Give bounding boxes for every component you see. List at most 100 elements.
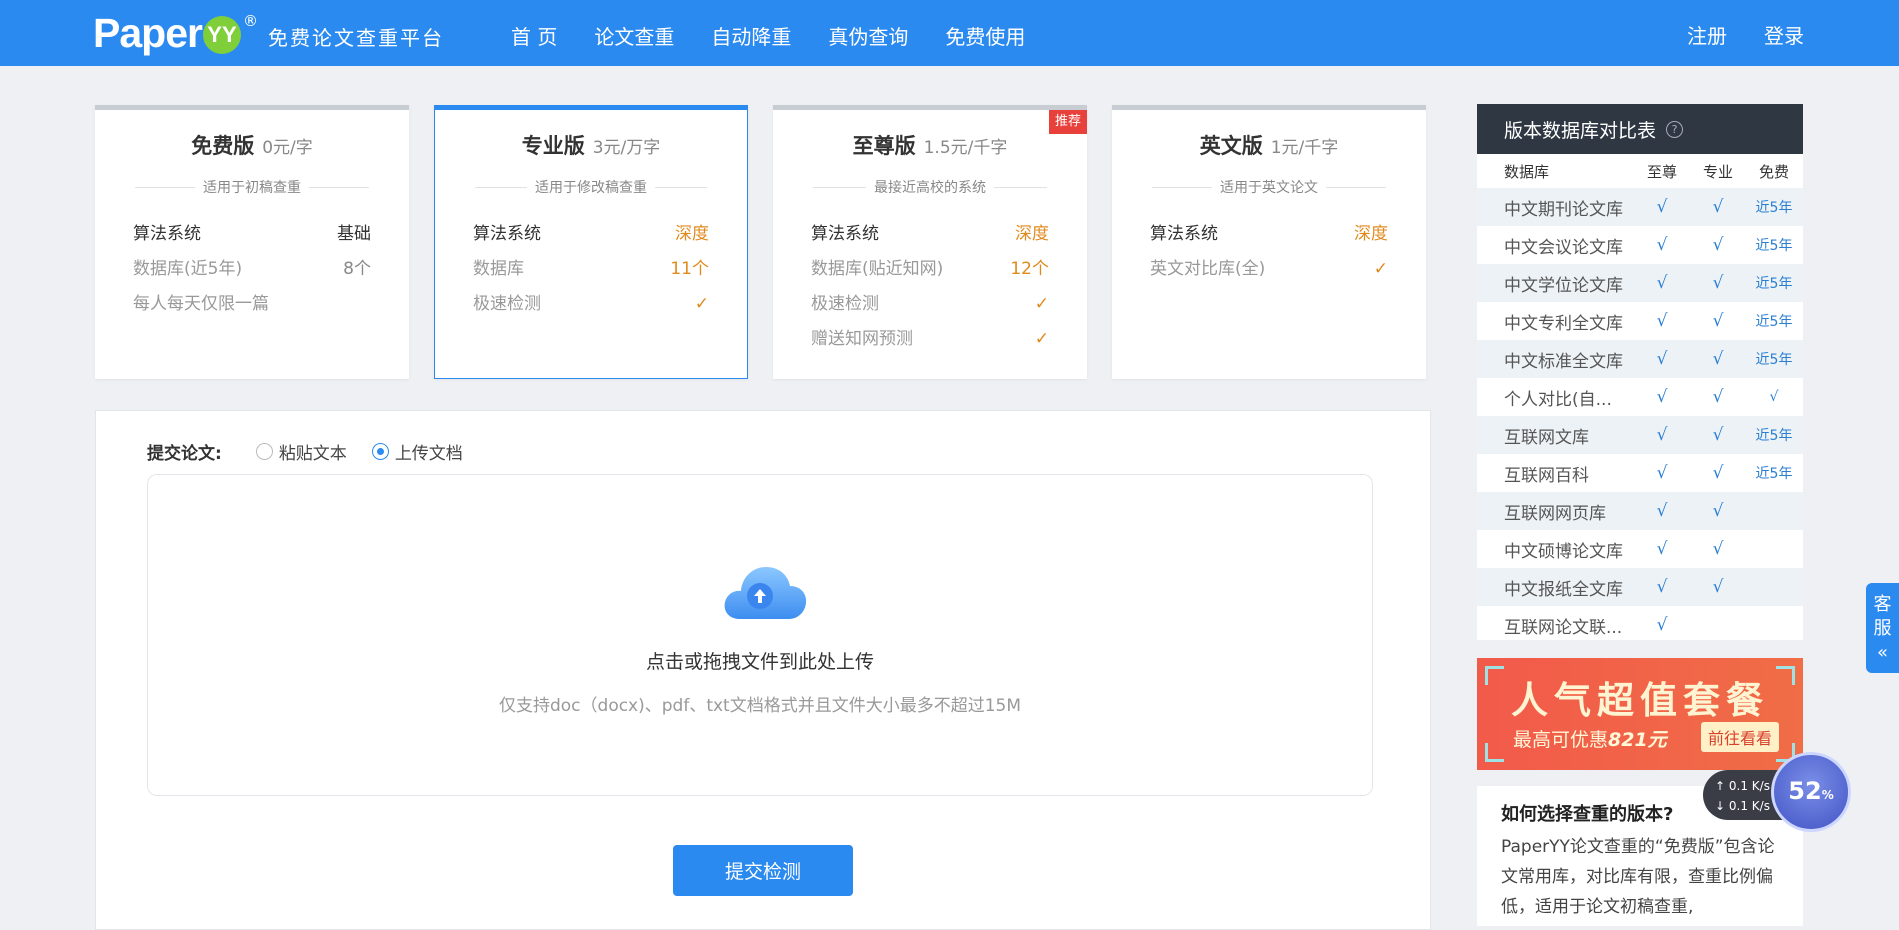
plan-price: 1.5元/千字: [923, 138, 1008, 158]
support-cell: 近5年: [1755, 314, 1793, 330]
cloud-upload-icon: [724, 567, 807, 619]
support-cell: √: [1712, 463, 1724, 483]
feature-value: 深度: [675, 224, 709, 244]
plan-header: 至尊版 1.5元/千字: [773, 130, 1087, 160]
plan-card-english[interactable]: 英文版 1元/千字 适用于英文论文 算法系统 深度 英文对比库(全) ✓: [1112, 105, 1426, 379]
support-cell: √: [1712, 235, 1724, 255]
database-comparison-table: 版本数据库对比表 ? 数据库 至尊 专业 免费 中文期刊论文库 √ √ 近5年中文会议…: [1477, 104, 1803, 640]
upload-speed: ↑ 0.1 K/s: [1715, 779, 1770, 793]
support-cell: √: [1656, 425, 1668, 445]
plan-name: 英文版: [1199, 134, 1263, 158]
support-cell: √: [1656, 349, 1668, 369]
register-link[interactable]: 注册: [1687, 20, 1727, 49]
column-header: 专业: [1702, 162, 1733, 181]
speed-unit: K/s: [1751, 799, 1770, 813]
service-label-2: 服: [1873, 618, 1892, 639]
feature-value: 12个: [1010, 259, 1049, 279]
table-row: 中文期刊论文库 √ √ 近5年: [1477, 188, 1803, 226]
feature-label: 数据库: [473, 259, 524, 279]
feature-label: 算法系统: [473, 224, 541, 244]
support-cell: √: [1656, 387, 1668, 407]
radio-circle[interactable]: [255, 443, 273, 460]
logo-yy-mark: YY: [202, 15, 241, 54]
nav-free-use[interactable]: 免费使用: [945, 21, 1025, 50]
database-name: 中文硕博论文库: [1504, 541, 1623, 562]
feature-label: 数据库(贴近知网): [811, 259, 944, 279]
support-cell: √: [1712, 311, 1724, 331]
table-body: 中文期刊论文库 √ √ 近5年 中文会议论文库 √ √ 近5年 中文学位论文库 √ √ 近5年 中文专利…: [1477, 188, 1803, 644]
table-header-row: 数据库 至尊 专业 免费: [1477, 154, 1803, 188]
support-cell: √: [1712, 501, 1724, 521]
customer-service-tab[interactable]: 客 服 «: [1866, 583, 1899, 673]
download-speed-value: 0.1: [1728, 799, 1748, 813]
plan-price: 1元/千字: [1270, 138, 1339, 158]
database-name: 中文标准全文库: [1504, 351, 1623, 372]
nav-plagiarism-check[interactable]: 论文查重: [594, 21, 674, 50]
recommended-badge: 推荐: [1048, 110, 1087, 134]
database-name: 中文专利全文库: [1504, 313, 1623, 334]
logo-slogan: 免费论文查重平台: [267, 25, 444, 50]
feature-row: 数据库(近5年) 8个: [133, 252, 371, 287]
check-icon: ✓: [1034, 294, 1049, 314]
nav-home[interactable]: 首 页: [511, 21, 557, 50]
paste-text-radio[interactable]: 粘贴文本: [255, 439, 347, 464]
promo-go-button[interactable]: 前往看看: [1701, 722, 1780, 752]
memory-usage-ball[interactable]: 52%: [1771, 752, 1851, 832]
plan-features: 算法系统 基础 数据库(近5年) 8个 每人每天仅限一篇: [133, 217, 371, 322]
plan-price: 3元/万字: [592, 138, 661, 158]
plan-card-free[interactable]: 免费版 0元/字 适用于初稿查重 算法系统 基础 数据库(近5年) 8个 每人每天仅限…: [95, 105, 409, 379]
table-row: 中文学位论文库 √ √ 近5年: [1477, 264, 1803, 302]
promo-sub-prefix: 最高可优惠: [1513, 729, 1609, 751]
submit-mode-row: 提交论文: 粘贴文本 上传文档: [147, 439, 488, 464]
nav-auto-rewrite[interactable]: 自动降重: [711, 21, 791, 50]
database-name: 中文报纸全文库: [1504, 579, 1623, 600]
speed-unit: K/s: [1751, 779, 1770, 793]
upload-document-radio[interactable]: 上传文档: [371, 439, 463, 464]
support-cell: √: [1656, 311, 1668, 331]
database-name: 中文会议论文库: [1504, 237, 1623, 258]
guide-body: PaperYY论文查重的“免费版”包含论文常用库，对比库有限，查重比例偏低，适用…: [1501, 837, 1775, 917]
feature-row: 数据库 11个: [473, 252, 709, 287]
plan-name: 免费版: [191, 134, 255, 158]
plan-subtitle: 适用于英文论文: [1144, 177, 1394, 197]
column-header: 免费: [1758, 162, 1789, 181]
site-logo[interactable]: Paper YY ® 免费论文查重平台: [93, 10, 444, 56]
support-cell: √: [1656, 463, 1668, 483]
table-row: 互联网论文联... √: [1477, 606, 1803, 644]
support-cell: √: [1656, 235, 1668, 255]
support-cell: √: [1712, 273, 1724, 293]
radio-circle-selected[interactable]: [371, 443, 389, 460]
feature-value: 11个: [670, 259, 709, 279]
support-cell: √: [1656, 501, 1668, 521]
nav-verify[interactable]: 真伪查询: [828, 21, 908, 50]
table-row: 中文标准全文库 √ √ 近5年: [1477, 340, 1803, 378]
table-row: 中文报纸全文库 √ √: [1477, 568, 1803, 606]
help-icon[interactable]: ?: [1666, 120, 1684, 138]
plan-card-pro[interactable]: 专业版 3元/万字 适用于修改稿查重 算法系统 深度 数据库 11个 极速检测 ✓: [434, 105, 748, 379]
feature-label: 每人每天仅限一篇: [133, 294, 269, 314]
table-row: 个人对比(自... √ √ √: [1477, 378, 1803, 416]
table-row: 中文硕博论文库 √ √: [1477, 530, 1803, 568]
submit-check-button[interactable]: 提交检测: [673, 845, 853, 896]
login-link[interactable]: 登录: [1764, 20, 1804, 49]
support-cell: √: [1712, 577, 1724, 597]
plan-features: 算法系统 深度 数据库 11个 极速检测 ✓: [473, 217, 709, 322]
support-cell: √: [1656, 197, 1668, 217]
feature-value: 深度: [1354, 224, 1388, 244]
support-cell: 近5年: [1755, 428, 1793, 444]
support-cell: √: [1656, 615, 1668, 635]
table-row: 互联网网页库 √ √: [1477, 492, 1803, 530]
support-cell: √: [1656, 577, 1668, 597]
promo-subtitle: 最高可优惠821元: [1513, 725, 1667, 752]
file-dropzone[interactable]: 点击或拖拽文件到此处上传 仅支持doc（docx)、pdf、txt文档格式并且文…: [147, 474, 1373, 796]
dropzone-title: 点击或拖拽文件到此处上传: [645, 651, 874, 673]
support-cell: 近5年: [1755, 276, 1793, 292]
support-cell: √: [1712, 539, 1724, 559]
corner-decoration: [1485, 743, 1504, 762]
network-speed-widget[interactable]: ↑ 0.1 K/s ↓ 0.1 K/s 52%: [1703, 752, 1853, 842]
table-title-text: 版本数据库对比表: [1504, 119, 1657, 142]
feature-value: 8个: [343, 259, 371, 279]
feature-label: 极速检测: [811, 294, 879, 314]
radio-label: 粘贴文本: [278, 444, 347, 464]
plan-card-ultimate[interactable]: 推荐 至尊版 1.5元/千字 最接近高校的系统 算法系统 深度 数据库(贴近知网) 1…: [773, 105, 1087, 379]
